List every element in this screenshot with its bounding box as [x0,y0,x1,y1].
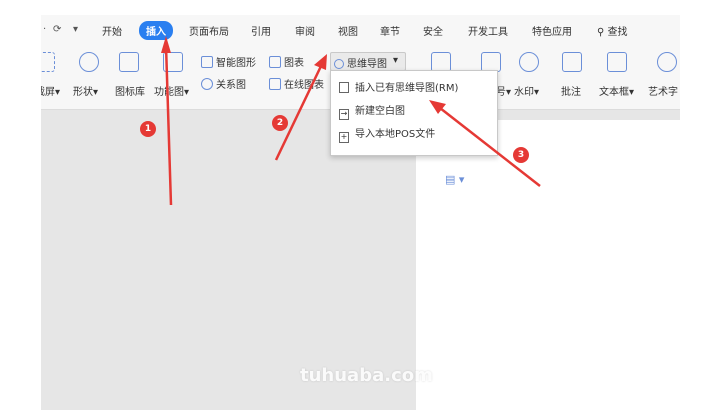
annotation-arrow-2 [274,63,324,161]
annotation-arrowhead-2 [314,54,327,70]
annotation-arrowhead-1 [161,36,171,53]
annotation-badge-1: 1 [140,121,156,137]
annotation-arrow-3 [439,107,541,187]
annotation-badge-2: 2 [272,115,288,131]
annotation-badge-3: 3 [513,147,529,163]
annotation-arrow-1 [164,44,173,206]
annotation-arrows [161,36,541,206]
